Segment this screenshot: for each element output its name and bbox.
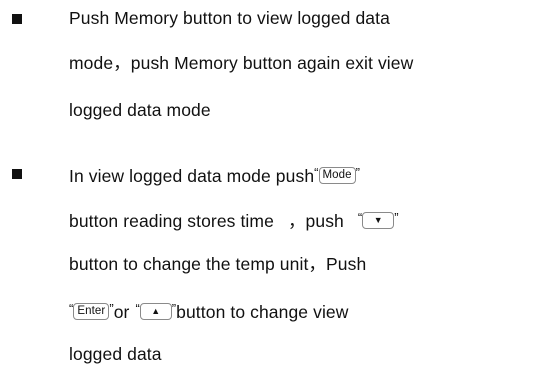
text-line: logged data mode xyxy=(69,100,211,120)
text-line: logged data xyxy=(69,344,162,364)
open-quote: “ xyxy=(314,165,319,180)
text-line-mode-key: In view logged data mode push“ Mode” xyxy=(69,162,360,187)
bullet-square-2 xyxy=(12,169,22,179)
down-arrow-key-icon: ▼ xyxy=(362,212,395,229)
instruction-document: Push Memory button to view logged data m… xyxy=(0,0,536,367)
text-segment: button reading stores time xyxy=(69,211,274,231)
text-line-down-key: button reading stores time ，push “▼” xyxy=(69,207,399,232)
text-segment: or xyxy=(113,302,130,322)
text-segment: ，push xyxy=(287,211,344,231)
text-line: Push Memory button to view logged data xyxy=(69,8,390,28)
text-segment: button to change view xyxy=(176,302,349,322)
mode-key-icon: Mode xyxy=(318,167,356,184)
close-quote: ” xyxy=(355,165,361,180)
text-line-enter-up-keys: “Enter ”or “▲ ”button to change view xyxy=(69,298,349,323)
close-quote: ” xyxy=(394,210,399,225)
enter-key-icon: Enter xyxy=(73,303,110,320)
text-line: button to change the temp unit，Push xyxy=(69,254,367,274)
bullet-square-1 xyxy=(12,14,22,24)
text-line: mode，push Memory button again exit view xyxy=(69,53,414,73)
up-arrow-key-icon: ▲ xyxy=(139,303,172,320)
text-segment: In view logged data mode push xyxy=(69,166,315,186)
